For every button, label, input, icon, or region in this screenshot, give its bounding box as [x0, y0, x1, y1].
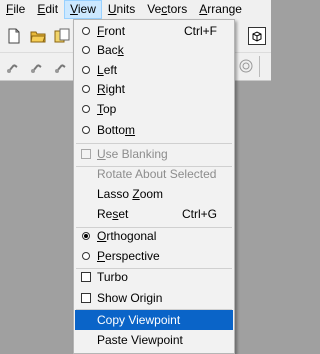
new-file-icon[interactable] — [6, 28, 22, 44]
menu-item-orthogonal[interactable]: Orthogonal — [75, 227, 233, 246]
radio-icon — [82, 126, 90, 134]
radio-icon — [82, 85, 90, 93]
menu-item-lasso-zoom[interactable]: Lasso Zoom — [75, 185, 233, 204]
menu-arrange[interactable]: Arrange — [193, 0, 248, 19]
menu-item-left[interactable]: Left — [75, 61, 233, 80]
menu-item-paste-viewpoint[interactable]: Paste Viewpoint — [75, 331, 233, 350]
radio-icon — [82, 66, 90, 74]
menu-file[interactable]: File — [0, 0, 31, 19]
menu-item-use-blanking[interactable]: Use Blanking — [75, 145, 233, 164]
vector-tool-2-icon[interactable] — [30, 59, 46, 75]
save-icon[interactable] — [54, 28, 70, 44]
radio-icon — [82, 27, 90, 35]
menu-separator — [76, 143, 232, 144]
menu-item-top[interactable]: Top — [75, 100, 233, 119]
menu-item-show-origin[interactable]: Show Origin — [75, 289, 233, 308]
toolbar-divider — [259, 56, 260, 77]
menu-vectors[interactable]: Vectors — [141, 0, 193, 19]
menu-item-front[interactable]: Front Ctrl+F — [75, 22, 233, 41]
menu-item-reset[interactable]: Reset Ctrl+G — [75, 205, 233, 224]
menu-item-bottom[interactable]: Bottom — [75, 121, 233, 140]
menu-edit[interactable]: Edit — [31, 0, 64, 19]
radio-icon — [82, 252, 90, 260]
menu-item-right[interactable]: Right — [75, 80, 233, 99]
menu-bar: File Edit View Units Vectors Arrange — [0, 0, 271, 19]
vector-tool-3-icon[interactable] — [54, 59, 70, 75]
menu-item-rotate-about-selected[interactable]: Rotate About Selected — [75, 165, 233, 184]
menu-item-perspective[interactable]: Perspective — [75, 247, 233, 266]
cube-view-icon[interactable] — [248, 27, 266, 45]
vector-tool-icon[interactable] — [6, 59, 22, 75]
menu-view[interactable]: View — [64, 0, 102, 19]
open-folder-icon[interactable] — [30, 28, 46, 44]
menu-item-turbo[interactable]: Turbo — [75, 268, 233, 287]
checkbox-icon — [81, 272, 91, 282]
radio-icon — [82, 46, 90, 54]
circle-tool-icon[interactable] — [238, 58, 254, 74]
checkbox-icon — [81, 293, 91, 303]
menu-item-back[interactable]: Back — [75, 41, 233, 60]
radio-icon — [82, 105, 90, 113]
menu-units[interactable]: Units — [102, 0, 141, 19]
menu-item-copy-viewpoint[interactable]: Copy Viewpoint — [75, 310, 233, 330]
radio-selected-icon — [82, 232, 90, 240]
view-menu-dropdown: Front Ctrl+F Back Left Right Top Bottom … — [73, 19, 235, 354]
checkbox-icon — [81, 149, 91, 159]
